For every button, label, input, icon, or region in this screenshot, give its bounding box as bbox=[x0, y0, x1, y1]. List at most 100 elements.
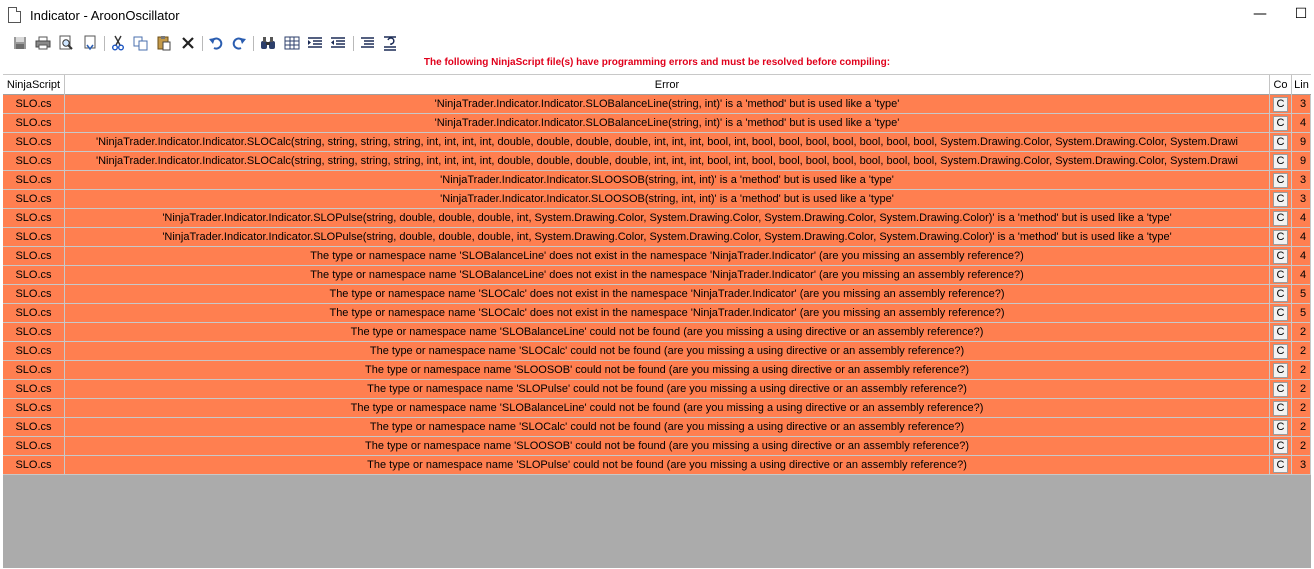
column-header-ninjascript[interactable]: NinjaScript bbox=[3, 75, 65, 95]
ninjascript-file-cell[interactable]: SLO.cs bbox=[3, 304, 65, 323]
ninjascript-file-cell[interactable]: SLO.cs bbox=[3, 266, 65, 285]
ninjascript-file-cell[interactable]: SLO.cs bbox=[3, 456, 65, 475]
code-error-button[interactable]: C bbox=[1273, 401, 1288, 416]
grid-icon[interactable] bbox=[284, 35, 300, 51]
line-number-cell[interactable]: 4 bbox=[1292, 209, 1311, 228]
error-message-cell[interactable]: 'NinjaTrader.Indicator.Indicator.SLOBala… bbox=[65, 95, 1270, 114]
table-row[interactable]: SLO.cs The type or namespace name 'SLOBal… bbox=[3, 266, 1311, 285]
ninjascript-file-cell[interactable]: SLO.cs bbox=[3, 418, 65, 437]
ninjascript-file-cell[interactable]: SLO.cs bbox=[3, 399, 65, 418]
line-number-cell[interactable]: 2 bbox=[1292, 418, 1311, 437]
ninjascript-file-cell[interactable]: SLO.cs bbox=[3, 114, 65, 133]
minimize-button[interactable]: — bbox=[1249, 4, 1271, 26]
ninjascript-file-cell[interactable]: SLO.cs bbox=[3, 171, 65, 190]
error-message-cell[interactable]: The type or namespace name 'SLOCalc' cou… bbox=[65, 418, 1270, 437]
table-row[interactable]: SLO.cs The type or namespace name 'SLOOSO… bbox=[3, 361, 1311, 380]
save-icon[interactable] bbox=[12, 35, 28, 51]
code-error-button[interactable]: C bbox=[1273, 325, 1288, 340]
code-error-button[interactable]: C bbox=[1273, 116, 1288, 131]
ninjascript-file-cell[interactable]: SLO.cs bbox=[3, 285, 65, 304]
column-header-line[interactable]: Lin bbox=[1292, 75, 1311, 95]
table-row[interactable]: SLO.cs The type or namespace name 'SLOPul… bbox=[3, 380, 1311, 399]
error-message-cell[interactable]: 'NinjaTrader.Indicator.Indicator.SLOCalc… bbox=[65, 152, 1270, 171]
line-number-cell[interactable]: 4 bbox=[1292, 247, 1311, 266]
table-row[interactable]: SLO.cs The type or namespace name 'SLOCal… bbox=[3, 418, 1311, 437]
line-number-cell[interactable]: 2 bbox=[1292, 323, 1311, 342]
error-message-cell[interactable]: The type or namespace name 'SLOPulse' co… bbox=[65, 380, 1270, 399]
print-icon[interactable] bbox=[35, 35, 51, 51]
page-setup-icon[interactable] bbox=[82, 35, 98, 51]
code-error-button[interactable]: C bbox=[1273, 382, 1288, 397]
column-header-error[interactable]: Error bbox=[65, 75, 1270, 95]
ninjascript-file-cell[interactable]: SLO.cs bbox=[3, 133, 65, 152]
code-error-button[interactable]: C bbox=[1273, 287, 1288, 302]
code-error-button[interactable]: C bbox=[1273, 154, 1288, 169]
table-row[interactable]: SLO.cs The type or namespace name 'SLOBal… bbox=[3, 399, 1311, 418]
table-row[interactable]: SLO.cs 'NinjaTrader.Indicator.Indicator.S… bbox=[3, 114, 1311, 133]
ninjascript-file-cell[interactable]: SLO.cs bbox=[3, 380, 65, 399]
outdent-icon[interactable] bbox=[330, 35, 346, 51]
code-error-button[interactable]: C bbox=[1273, 363, 1288, 378]
error-message-cell[interactable]: 'NinjaTrader.Indicator.Indicator.SLOOSOB… bbox=[65, 171, 1270, 190]
table-row[interactable]: SLO.cs 'NinjaTrader.Indicator.Indicator.S… bbox=[3, 209, 1311, 228]
code-error-button[interactable]: C bbox=[1273, 439, 1288, 454]
line-number-cell[interactable]: 9 bbox=[1292, 152, 1311, 171]
ninjascript-file-cell[interactable]: SLO.cs bbox=[3, 323, 65, 342]
delete-icon[interactable] bbox=[180, 35, 196, 51]
error-message-cell[interactable]: The type or namespace name 'SLOOSOB' cou… bbox=[65, 361, 1270, 380]
code-error-button[interactable]: C bbox=[1273, 173, 1288, 188]
code-error-button[interactable]: C bbox=[1273, 135, 1288, 150]
line-number-cell[interactable]: 2 bbox=[1292, 380, 1311, 399]
undo-icon[interactable] bbox=[208, 35, 224, 51]
print-preview-icon[interactable] bbox=[58, 35, 74, 51]
code-error-button[interactable]: C bbox=[1273, 249, 1288, 264]
error-message-cell[interactable]: 'NinjaTrader.Indicator.Indicator.SLOBala… bbox=[65, 114, 1270, 133]
error-message-cell[interactable]: The type or namespace name 'SLOPulse' co… bbox=[65, 456, 1270, 475]
table-row[interactable]: SLO.cs 'NinjaTrader.Indicator.Indicator.S… bbox=[3, 95, 1311, 114]
line-number-cell[interactable]: 3 bbox=[1292, 190, 1311, 209]
code-error-button[interactable]: C bbox=[1273, 344, 1288, 359]
table-row[interactable]: SLO.cs 'NinjaTrader.Indicator.Indicator.S… bbox=[3, 190, 1311, 209]
line-number-cell[interactable]: 4 bbox=[1292, 114, 1311, 133]
ninjascript-file-cell[interactable]: SLO.cs bbox=[3, 152, 65, 171]
table-row[interactable]: SLO.cs 'NinjaTrader.Indicator.Indicator.S… bbox=[3, 228, 1311, 247]
table-row[interactable]: SLO.cs 'NinjaTrader.Indicator.Indicator.S… bbox=[3, 171, 1311, 190]
uncomment-icon[interactable] bbox=[383, 35, 399, 51]
line-number-cell[interactable]: 2 bbox=[1292, 361, 1311, 380]
error-message-cell[interactable]: The type or namespace name 'SLOBalanceLi… bbox=[65, 323, 1270, 342]
ninjascript-file-cell[interactable]: SLO.cs bbox=[3, 437, 65, 456]
table-row[interactable]: SLO.cs The type or namespace name 'SLOBal… bbox=[3, 247, 1311, 266]
table-row[interactable]: SLO.cs 'NinjaTrader.Indicator.Indicator.S… bbox=[3, 152, 1311, 171]
line-number-cell[interactable]: 3 bbox=[1292, 171, 1311, 190]
code-error-button[interactable]: C bbox=[1273, 192, 1288, 207]
code-error-button[interactable]: C bbox=[1273, 97, 1288, 112]
error-message-cell[interactable]: The type or namespace name 'SLOBalanceLi… bbox=[65, 399, 1270, 418]
comment-icon[interactable] bbox=[360, 35, 376, 51]
line-number-cell[interactable]: 2 bbox=[1292, 399, 1311, 418]
line-number-cell[interactable]: 2 bbox=[1292, 437, 1311, 456]
code-error-button[interactable]: C bbox=[1273, 458, 1288, 473]
ninjascript-file-cell[interactable]: SLO.cs bbox=[3, 247, 65, 266]
code-error-button[interactable]: C bbox=[1273, 268, 1288, 283]
error-message-cell[interactable]: 'NinjaTrader.Indicator.Indicator.SLOPuls… bbox=[65, 228, 1270, 247]
ninjascript-file-cell[interactable]: SLO.cs bbox=[3, 361, 65, 380]
maximize-button[interactable]: ☐ bbox=[1290, 4, 1312, 26]
table-row[interactable]: SLO.cs The type or namespace name 'SLOBal… bbox=[3, 323, 1311, 342]
error-message-cell[interactable]: The type or namespace name 'SLOBalanceLi… bbox=[65, 247, 1270, 266]
find-icon[interactable] bbox=[260, 35, 276, 51]
ninjascript-file-cell[interactable]: SLO.cs bbox=[3, 190, 65, 209]
error-message-cell[interactable]: The type or namespace name 'SLOCalc' cou… bbox=[65, 342, 1270, 361]
code-error-button[interactable]: C bbox=[1273, 230, 1288, 245]
copy-icon[interactable] bbox=[133, 35, 149, 51]
paste-icon[interactable] bbox=[156, 35, 172, 51]
ninjascript-file-cell[interactable]: SLO.cs bbox=[3, 342, 65, 361]
column-header-column[interactable]: Co bbox=[1270, 75, 1292, 95]
ninjascript-file-cell[interactable]: SLO.cs bbox=[3, 228, 65, 247]
error-message-cell[interactable]: The type or namespace name 'SLOOSOB' cou… bbox=[65, 437, 1270, 456]
line-number-cell[interactable]: 9 bbox=[1292, 133, 1311, 152]
table-row[interactable]: SLO.cs The type or namespace name 'SLOOSO… bbox=[3, 437, 1311, 456]
table-row[interactable]: SLO.cs The type or namespace name 'SLOPul… bbox=[3, 456, 1311, 475]
cut-icon[interactable] bbox=[110, 35, 126, 51]
error-message-cell[interactable]: The type or namespace name 'SLOBalanceLi… bbox=[65, 266, 1270, 285]
error-message-cell[interactable]: The type or namespace name 'SLOCalc' doe… bbox=[65, 304, 1270, 323]
